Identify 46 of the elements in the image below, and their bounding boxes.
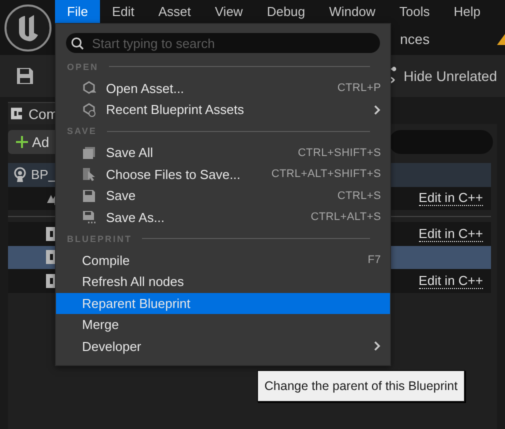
menu-title[interactable]: Window bbox=[317, 0, 388, 23]
actor-icon bbox=[13, 166, 27, 183]
menu-item[interactable]: Open Asset... CTRL+P bbox=[56, 78, 390, 99]
menu-title[interactable]: Edit bbox=[100, 0, 146, 23]
shortcut-label: CTRL+SHIFT+S bbox=[298, 146, 381, 159]
menu-item[interactable]: Choose Files to Save... CTRL+ALT+SHIFT+S bbox=[56, 164, 390, 185]
menu-title[interactable]: Asset bbox=[146, 0, 203, 23]
menu-item[interactable]: Merge bbox=[56, 314, 390, 336]
box-clock-icon bbox=[82, 102, 96, 117]
menu-item[interactable]: Reparent Blueprint bbox=[56, 292, 390, 314]
class-icon bbox=[11, 107, 22, 120]
tooltip: Change the parent of this Blueprint bbox=[257, 370, 465, 402]
cursor-icon bbox=[82, 167, 96, 182]
tab-label[interactable]: nces bbox=[400, 31, 430, 47]
shortcut-label: CTRL+ALT+SHIFT+S bbox=[271, 168, 381, 180]
shortcut-label: F7 bbox=[368, 254, 381, 266]
menu-title[interactable]: View bbox=[202, 0, 255, 23]
warning-icon bbox=[497, 33, 505, 45]
search-field[interactable] bbox=[389, 130, 493, 154]
tree-label: BP_ bbox=[31, 167, 56, 182]
menu-title[interactable]: Tools bbox=[387, 0, 442, 23]
menu-title[interactable]: File bbox=[55, 0, 100, 23]
menu-item[interactable]: Refresh All nodes bbox=[56, 271, 390, 292]
save-all-icon bbox=[82, 146, 96, 160]
menu-item[interactable]: Save As... CTRL+ALT+S bbox=[56, 206, 390, 228]
menu-title[interactable]: Help bbox=[442, 0, 492, 23]
search-field[interactable]: Start typing to search bbox=[90, 34, 380, 52]
edit-in-cpp-link[interactable]: Edit in C++ bbox=[418, 190, 483, 206]
search-box[interactable]: Start typing to search bbox=[66, 33, 380, 53]
menu-item[interactable]: Compile F7 bbox=[56, 250, 390, 271]
edit-in-cpp-link[interactable]: Edit in C++ bbox=[418, 226, 483, 242]
menu-item[interactable]: Save CTRL+S bbox=[56, 185, 390, 206]
shortcut-label: CTRL+ALT+S bbox=[310, 211, 381, 224]
edit-in-cpp-link[interactable]: Edit in C++ bbox=[418, 272, 483, 289]
box-icon bbox=[82, 81, 96, 96]
save-as-icon bbox=[82, 210, 96, 224]
search-icon bbox=[71, 36, 84, 50]
logo-icon[interactable] bbox=[4, 4, 52, 52]
shortcut-label: CTRL+S bbox=[337, 190, 381, 202]
menu-item[interactable]: Recent Blueprint Assets bbox=[56, 99, 390, 120]
menu-title[interactable]: Debug bbox=[254, 0, 318, 23]
save-icon bbox=[82, 188, 96, 203]
plus-icon bbox=[16, 136, 28, 148]
save-icon[interactable] bbox=[16, 67, 34, 85]
shortcut-label: CTRL+P bbox=[337, 82, 381, 94]
menu-item[interactable]: Developer bbox=[56, 336, 390, 357]
